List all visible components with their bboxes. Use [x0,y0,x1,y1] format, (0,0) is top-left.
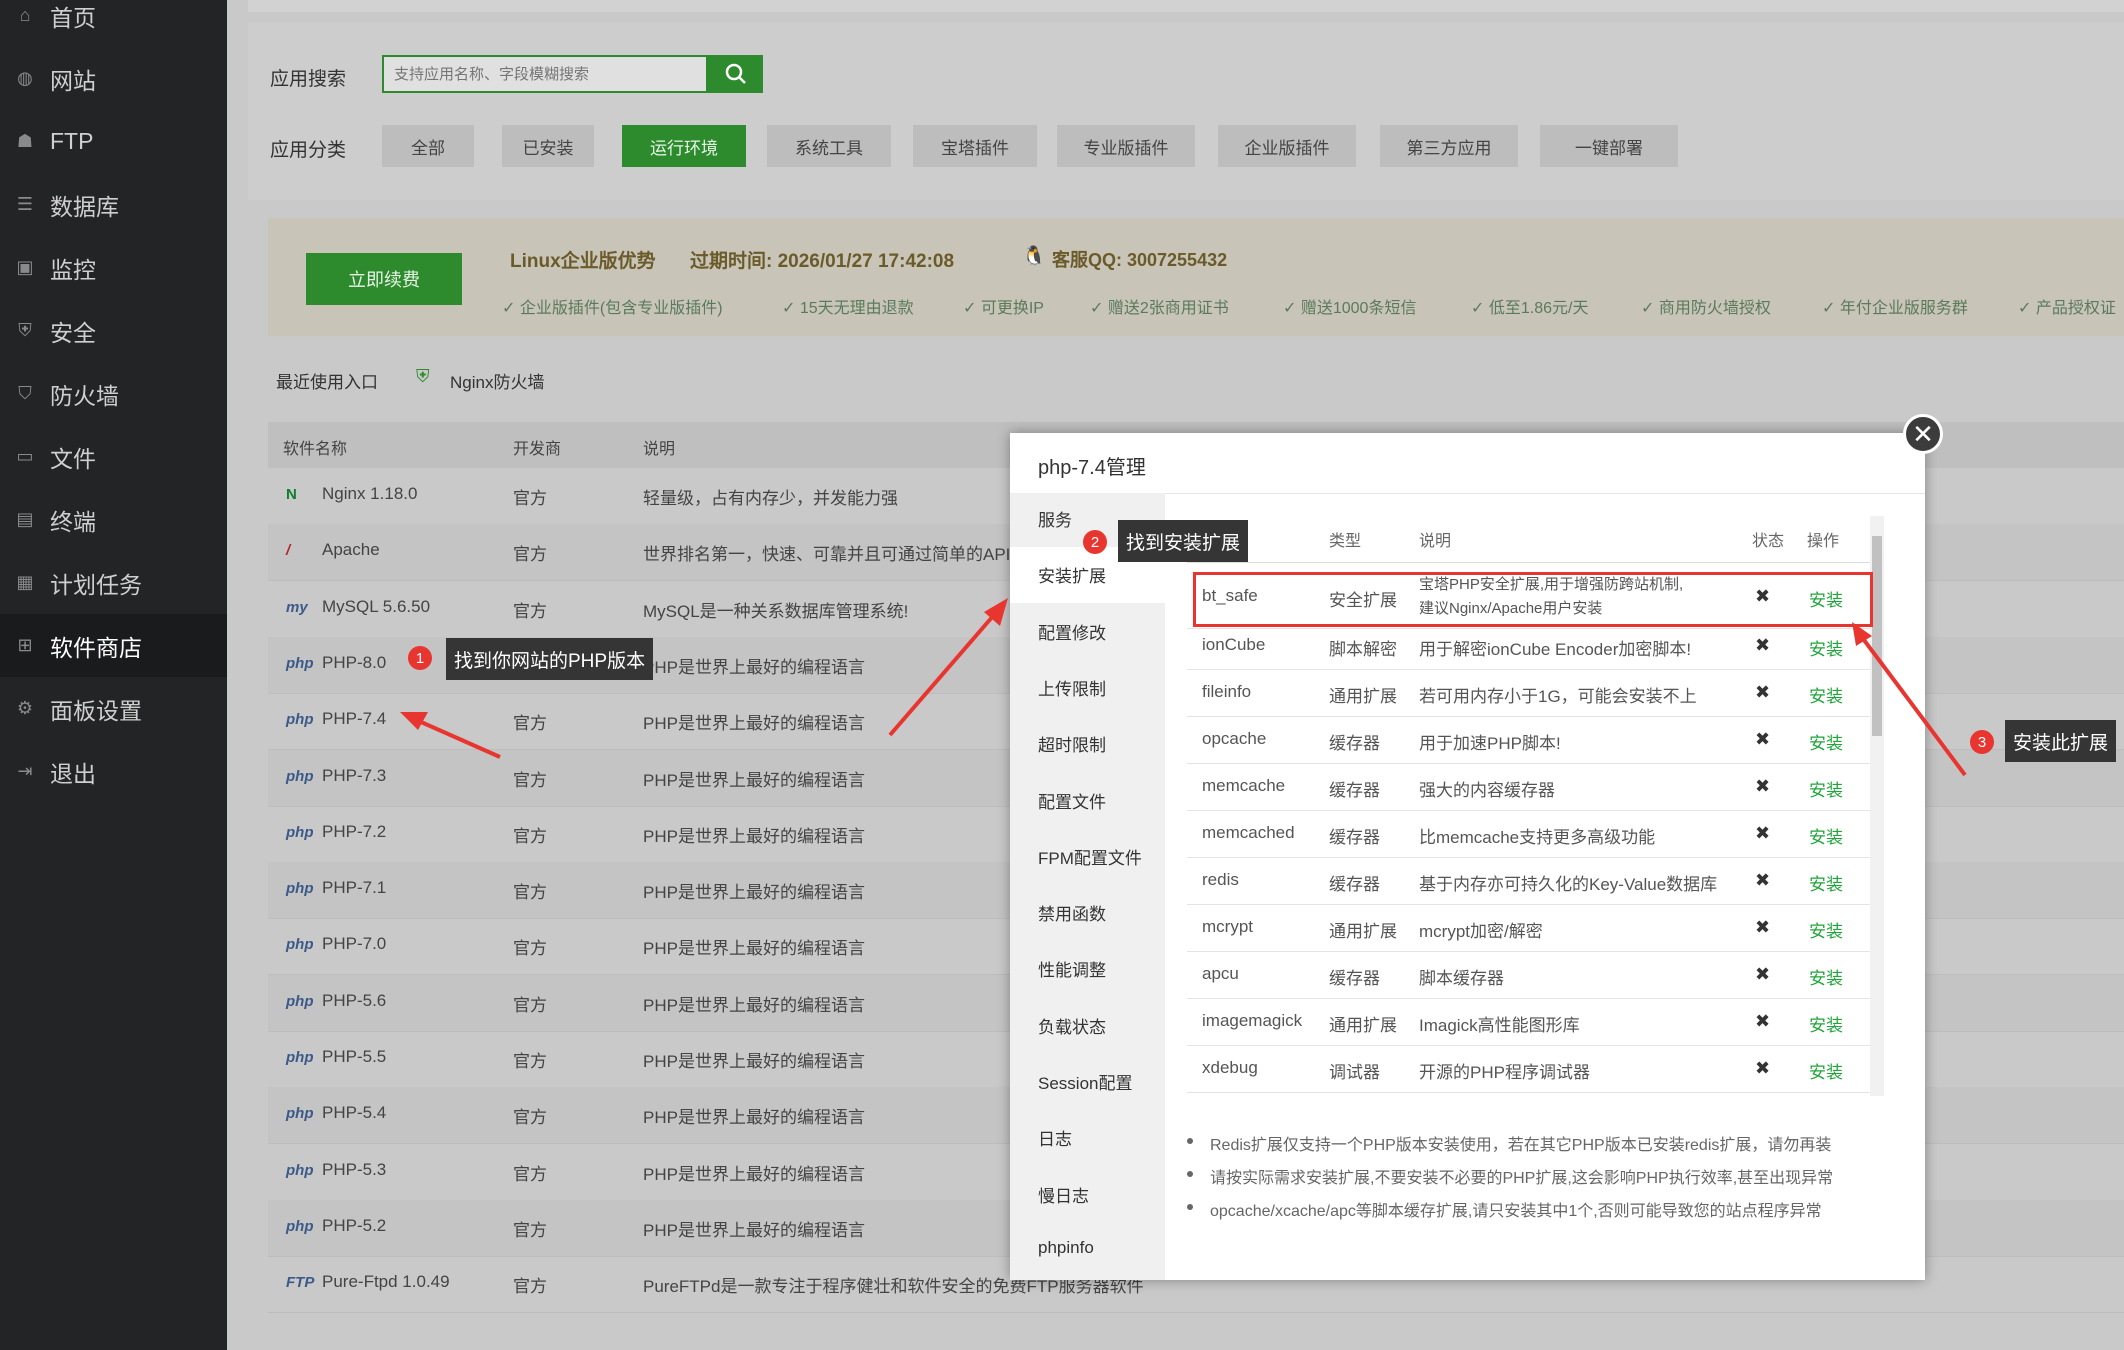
annotation-badge-3: 3 [1970,730,1994,754]
annotation-tip-2: 找到安装扩展 [1118,520,1249,562]
annotation-arrows [400,598,1967,777]
annotation-tip-3: 安装此扩展 [2005,720,2117,762]
arrow-3 [1856,630,1967,777]
annotation-badge-2: 2 [1083,530,1107,554]
highlight-box-bt-safe [1193,572,1873,627]
annotation-tip-1: 找到你网站的PHP版本 [446,638,654,680]
annotation-badge-1: 1 [408,646,432,670]
arrow-2 [888,606,1002,737]
close-icon[interactable]: ✕ [1903,414,1943,454]
arrow-1-head [400,712,428,730]
arrow-1 [411,716,501,759]
